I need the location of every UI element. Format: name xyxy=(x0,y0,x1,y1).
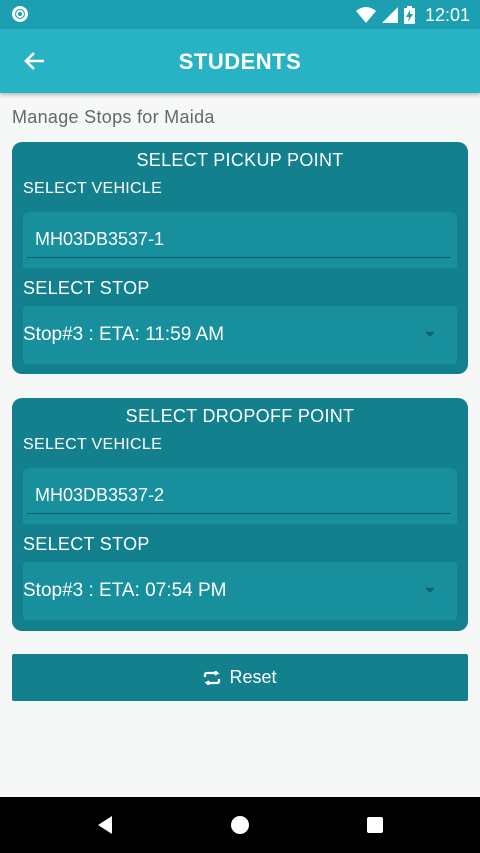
home-circle-icon xyxy=(231,816,249,834)
dropoff-vehicle-label: SELECT VEHICLE xyxy=(23,436,163,453)
page-subtitle: Manage Stops for Maida xyxy=(12,107,215,127)
app-notification-icon xyxy=(12,6,28,22)
pickup-vehicle-label: SELECT VEHICLE xyxy=(23,180,163,197)
nav-recents-button[interactable] xyxy=(361,811,389,839)
dropoff-stop-dropdown[interactable]: Stop#3 : ETA: 07:54 PM xyxy=(23,562,457,620)
field-underline xyxy=(27,513,451,514)
dropoff-stop-label: SELECT STOP xyxy=(23,534,150,554)
dropdown-arrow-icon xyxy=(425,332,435,337)
page-title: STUDENTS xyxy=(178,49,302,74)
dropoff-vehicle-field[interactable]: MH03DB3537-2 xyxy=(23,468,457,524)
dropoff-stop-value: Stop#3 : ETA: 07:54 PM xyxy=(23,580,227,601)
dropoff-vehicle-value: MH03DB3537-2 xyxy=(35,485,165,505)
pickup-stop-value: Stop#3 : ETA: 11:59 AM xyxy=(23,324,225,345)
status-time: 12:01 xyxy=(424,4,470,25)
field-underline xyxy=(27,257,451,258)
recents-square-icon xyxy=(367,817,383,833)
reset-button-label: Reset xyxy=(229,667,277,687)
back-triangle-icon xyxy=(98,816,112,834)
pickup-card-title: SELECT PICKUP POINT xyxy=(136,150,344,170)
pickup-stop-label: SELECT STOP xyxy=(23,278,150,298)
pickup-vehicle-value: MH03DB3537-1 xyxy=(35,229,165,249)
refresh-icon xyxy=(204,670,221,685)
nav-back-button[interactable] xyxy=(91,811,119,839)
dropoff-card: SELECT DROPOFF POINT SELECT VEHICLE MH03… xyxy=(12,398,468,631)
reset-button[interactable]: Reset xyxy=(12,654,468,701)
battery-charging-icon xyxy=(403,6,415,24)
app-bar: STUDENTS xyxy=(0,29,480,93)
signal-icon xyxy=(381,7,398,23)
pickup-vehicle-field[interactable]: MH03DB3537-1 xyxy=(23,212,457,268)
dropdown-arrow-icon xyxy=(425,588,435,593)
pickup-card: SELECT PICKUP POINT SELECT VEHICLE MH03D… xyxy=(12,142,468,374)
status-bar: 12:01 xyxy=(0,0,480,29)
navigation-bar xyxy=(0,797,480,853)
nav-home-button[interactable] xyxy=(226,811,254,839)
dropoff-card-title: SELECT DROPOFF POINT xyxy=(125,406,355,426)
pickup-stop-dropdown[interactable]: Stop#3 : ETA: 11:59 AM xyxy=(23,306,457,364)
status-icons: 12:01 xyxy=(355,4,470,26)
wifi-icon xyxy=(355,7,376,23)
